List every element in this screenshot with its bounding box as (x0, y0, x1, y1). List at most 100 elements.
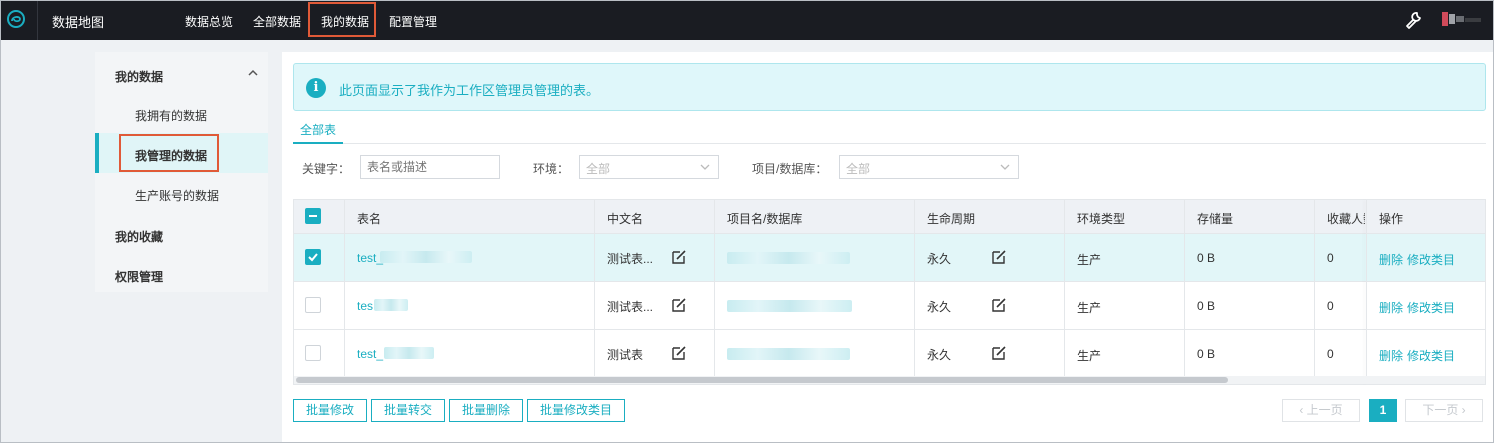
redacted-name (384, 347, 434, 359)
page-number-current[interactable]: 1 (1369, 399, 1397, 422)
keyword-label: 关键字： (302, 162, 351, 176)
bulk-change-category-button[interactable]: 批量修改类目 (527, 399, 625, 422)
nav-overview[interactable]: 数据总览 (185, 13, 233, 30)
row-checkbox[interactable] (305, 297, 321, 313)
row-favorites: 0 (1327, 251, 1334, 265)
bulk-edit-button[interactable]: 批量修改 (293, 399, 367, 422)
tab-all-tables[interactable]: 全部表 (300, 121, 336, 138)
th-cn-name[interactable]: 中文名 (607, 210, 643, 227)
row-lifecycle: 永久 (927, 348, 952, 362)
project-select-value: 全部 (846, 162, 871, 176)
change-category-link[interactable]: 修改类目 (1407, 299, 1455, 316)
bulk-delete-button[interactable]: 批量删除 (449, 399, 523, 422)
sidebar-item-owned[interactable]: 我拥有的数据 (135, 107, 207, 124)
info-text: 此页面显示了我作为工作区管理员管理的表。 (339, 83, 600, 98)
redacted-project (727, 348, 850, 360)
delete-link[interactable]: 删除 (1379, 299, 1403, 316)
change-category-link[interactable]: 修改类目 (1407, 251, 1455, 268)
row-env: 生产 (1077, 301, 1102, 315)
delete-link[interactable]: 删除 (1379, 251, 1403, 268)
keyword-input[interactable] (360, 155, 500, 179)
change-category-link[interactable]: 修改类目 (1407, 347, 1455, 364)
column-divider (1314, 200, 1315, 376)
th-env[interactable]: 环境类型 (1077, 210, 1125, 227)
row-cn-name: 测试表 (607, 348, 644, 362)
table-scrollbar-thumb[interactable] (296, 377, 1228, 383)
redacted-project (727, 300, 852, 312)
edit-icon[interactable] (671, 249, 687, 265)
th-project[interactable]: 项目名/数据库 (727, 210, 802, 227)
th-name[interactable]: 表名 (357, 210, 381, 227)
chevron-down-icon (1000, 164, 1010, 170)
th-actions: 操作 (1379, 212, 1404, 226)
th-favorites[interactable]: 收藏人数 (1327, 210, 1365, 227)
prev-page-label: 上一页 (1306, 403, 1343, 417)
topbar-divider (37, 0, 38, 40)
edit-icon[interactable] (671, 297, 687, 313)
table-header (294, 200, 1485, 234)
row-storage: 0 B (1197, 347, 1216, 361)
sidebar-group-permissions[interactable]: 权限管理 (115, 268, 163, 285)
row-lifecycle: 永久 (927, 252, 952, 266)
fixed-action-column-edge (1366, 200, 1367, 384)
chevron-left-icon: ‹ (1299, 403, 1307, 417)
table-row[interactable] (294, 233, 1485, 281)
top-navbar: 数据地图 数据总览 全部数据 我的数据 配置管理 (0, 0, 1494, 40)
nav-config[interactable]: 配置管理 (389, 13, 437, 30)
project-select[interactable]: 全部 (839, 155, 1019, 179)
column-divider (594, 200, 595, 376)
column-divider (714, 200, 715, 376)
env-select[interactable]: 全部 (579, 155, 719, 179)
user-avatar[interactable] (1442, 12, 1482, 26)
sidebar-managed-highlight (119, 134, 219, 172)
sidebar-spacer (95, 292, 268, 443)
prev-page-button[interactable]: ‹ 上一页 (1282, 399, 1360, 422)
app-title[interactable]: 数据地图 (52, 12, 104, 31)
app-logo-icon[interactable] (5, 8, 27, 30)
th-lifecycle[interactable]: 生命周期 (927, 210, 975, 227)
row-table-name[interactable]: tes (357, 299, 373, 313)
next-page-button[interactable]: 下一页 › (1405, 399, 1483, 422)
delete-link[interactable]: 删除 (1379, 347, 1403, 364)
row-favorites: 0 (1327, 347, 1334, 361)
bulk-transfer-button[interactable]: 批量转交 (371, 399, 445, 422)
column-divider (914, 200, 915, 376)
select-all-checkbox[interactable] (305, 208, 321, 224)
redacted-name (374, 299, 408, 311)
column-divider (1064, 200, 1065, 376)
column-divider (1184, 200, 1185, 376)
sidebar-group-my-data[interactable]: 我的数据 (115, 68, 163, 85)
chevron-up-icon[interactable] (248, 69, 258, 77)
row-env: 生产 (1077, 349, 1102, 363)
row-storage: 0 B (1197, 299, 1216, 313)
sidebar-active-indicator (95, 133, 99, 173)
th-storage[interactable]: 存储量 (1197, 210, 1233, 227)
env-label: 环境： (533, 162, 570, 176)
row-table-name[interactable]: test_ (357, 347, 383, 361)
table-row[interactable] (294, 329, 1485, 376)
sidebar-group-favorites[interactable]: 我的收藏 (115, 228, 163, 245)
chevron-down-icon (700, 164, 710, 170)
edit-icon[interactable] (671, 345, 687, 361)
chevron-right-icon: › (1458, 403, 1466, 417)
minus-icon (309, 215, 317, 217)
table-row[interactable] (294, 281, 1485, 329)
row-lifecycle: 永久 (927, 300, 952, 314)
row-storage: 0 B (1197, 251, 1216, 265)
row-env: 生产 (1077, 253, 1102, 267)
tab-active-underline (293, 142, 343, 144)
edit-icon[interactable] (991, 345, 1007, 361)
tab-divider (293, 143, 1486, 144)
row-checkbox[interactable] (305, 345, 321, 361)
redacted-project (727, 252, 850, 264)
edit-icon[interactable] (991, 297, 1007, 313)
nav-all-data[interactable]: 全部数据 (253, 13, 301, 30)
wrench-icon[interactable] (1404, 10, 1424, 30)
next-page-label: 下一页 (1422, 403, 1459, 417)
row-favorites: 0 (1327, 299, 1334, 313)
edit-icon[interactable] (991, 249, 1007, 265)
sidebar-item-prod-account[interactable]: 生产账号的数据 (135, 187, 219, 204)
check-icon (308, 253, 318, 262)
row-checkbox[interactable] (305, 249, 321, 265)
redacted-name (380, 251, 472, 263)
